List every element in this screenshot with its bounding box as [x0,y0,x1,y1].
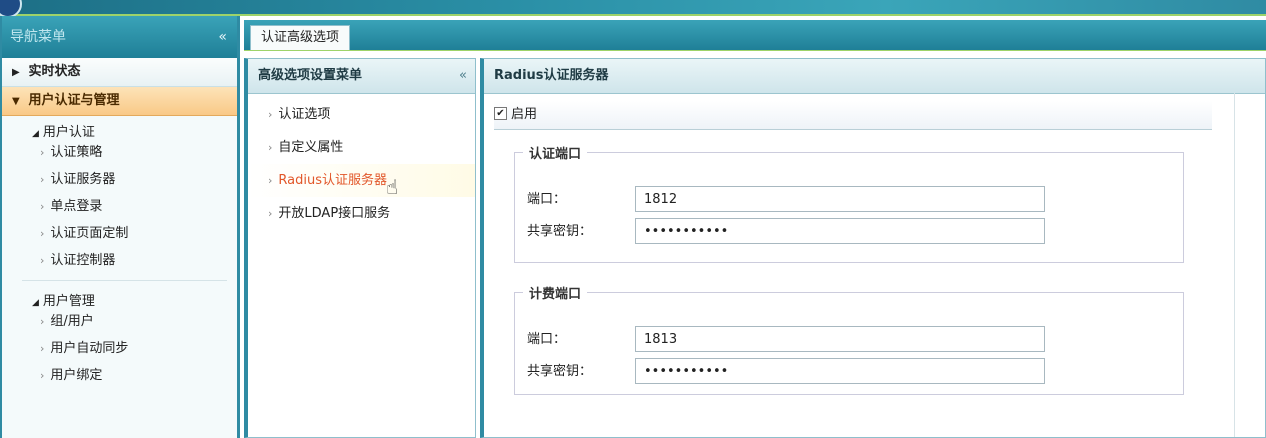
nav-item-label: 认证控制器 [50,253,116,268]
menu-item-label: 开放LDAP接口服务 [278,206,391,221]
menu-item-custom-attributes[interactable]: › 自定义属性 [248,131,475,164]
nav-item-auth-controller[interactable]: › 认证控制器 [2,247,237,274]
tab-bar: 认证高级选项 [244,20,1266,51]
nav-item-auth-page-custom[interactable]: › 认证页面定制 [2,220,237,247]
vertical-divider [1234,93,1235,437]
acct-secret-input[interactable] [635,358,1045,384]
nav-item-label: 组/用户 [50,314,94,329]
nav-item-label: 认证策略 [50,145,103,160]
hand-pointer-icon: ☝ [386,175,399,199]
enable-checkbox[interactable]: ✔ [494,107,507,120]
enable-label: 启用 [511,107,538,122]
chevron-right-icon: › [268,141,273,154]
radius-server-panel: Radius认证服务器 ✔ 启用 认证端口 端口： 共享密钥： 计费端口 端口： … [480,58,1266,438]
nav-header: 导航菜单 « [2,16,237,58]
nav-item-user-binding[interactable]: › 用户绑定 [2,362,237,389]
chevron-right-icon: › [40,254,45,267]
menu-item-label: 认证选项 [278,107,331,122]
enable-row: ✔ 启用 [494,101,1212,130]
nav-subgroup-label: 用户管理 [42,294,95,309]
mid-menu-header: 高级选项设置菜单 « [248,59,475,94]
tab-auth-advanced-options[interactable]: 认证高级选项 [250,25,351,50]
chevron-right-icon: › [268,108,273,121]
chevron-right-icon: › [268,174,273,187]
chevron-right-icon: › [40,146,45,159]
nav-divider [22,280,227,281]
auth-port-legend: 认证端口 [529,147,582,162]
nav-item-label: 认证服务器 [50,172,116,187]
nav-group-realtime-status[interactable]: ▶ 实时状态 [2,58,237,87]
nav-panel: 导航菜单 « ▶ 实时状态 ▼ 用户认证与管理 ◢ 用户认证 › 认证策略 › 认证服… [0,16,240,438]
triangle-down-icon: ▼ [12,96,20,107]
top-banner [0,0,1266,18]
menu-item-radius-server[interactable]: › Radius认证服务器 [248,164,475,197]
content-header: Radius认证服务器 [484,59,1265,94]
advanced-options-menu: 高级选项设置菜单 « › 认证选项 › 自定义属性 › Radius认证服务器 › 开放… [244,58,476,438]
chevron-right-icon: › [40,200,45,213]
acct-port-input[interactable] [635,326,1045,352]
triangle-expanded-icon: ◢ [32,298,39,308]
nav-subgroup-label: 用户认证 [42,125,95,140]
nav-item-sso[interactable]: › 单点登录 [2,193,237,220]
chevron-right-icon: › [40,369,45,382]
content-title: Radius认证服务器 [494,68,609,83]
acct-secret-label: 共享密钥： [527,364,593,379]
auth-port-input[interactable] [635,186,1045,212]
nav-item-label: 单点登录 [50,199,103,214]
mid-menu-title: 高级选项设置菜单 [258,68,363,83]
nav-group-label: 实时状态 [28,64,81,79]
acct-port-legend: 计费端口 [529,287,582,302]
triangle-right-icon: ▶ [12,67,20,78]
nav-item-label: 用户自动同步 [50,341,129,356]
nav-group-user-auth-management[interactable]: ▼ 用户认证与管理 [2,87,237,116]
chevron-right-icon: › [40,315,45,328]
menu-item-label: 自定义属性 [278,140,344,155]
auth-secret-input[interactable] [635,218,1045,244]
acct-port-label: 端口： [527,332,567,347]
menu-item-label: Radius认证服务器 [278,173,387,188]
nav-group-label: 用户认证与管理 [28,93,120,108]
nav-item-label: 认证页面定制 [50,226,129,241]
acct-port-fieldset: 计费端口 端口： 共享密钥： [514,283,1184,395]
auth-secret-label: 共享密钥： [527,224,593,239]
chevron-right-icon: › [40,173,45,186]
chevron-right-icon: › [40,342,45,355]
nav-item-auth-server[interactable]: › 认证服务器 [2,166,237,193]
nav-collapse-icon[interactable]: « [218,16,227,58]
chevron-right-icon: › [40,227,45,240]
nav-item-label: 用户绑定 [50,368,103,383]
auth-port-fieldset: 认证端口 端口： 共享密钥： [514,143,1184,263]
triangle-expanded-icon: ◢ [32,129,39,139]
mid-menu-collapse-icon[interactable]: « [459,59,467,93]
nav-item-user-auto-sync[interactable]: › 用户自动同步 [2,335,237,362]
chevron-right-icon: › [268,207,273,220]
nav-title: 导航菜单 [10,29,66,45]
menu-item-open-ldap[interactable]: › 开放LDAP接口服务 [248,197,475,230]
menu-item-auth-options[interactable]: › 认证选项 [248,98,475,131]
auth-port-label: 端口： [527,192,567,207]
